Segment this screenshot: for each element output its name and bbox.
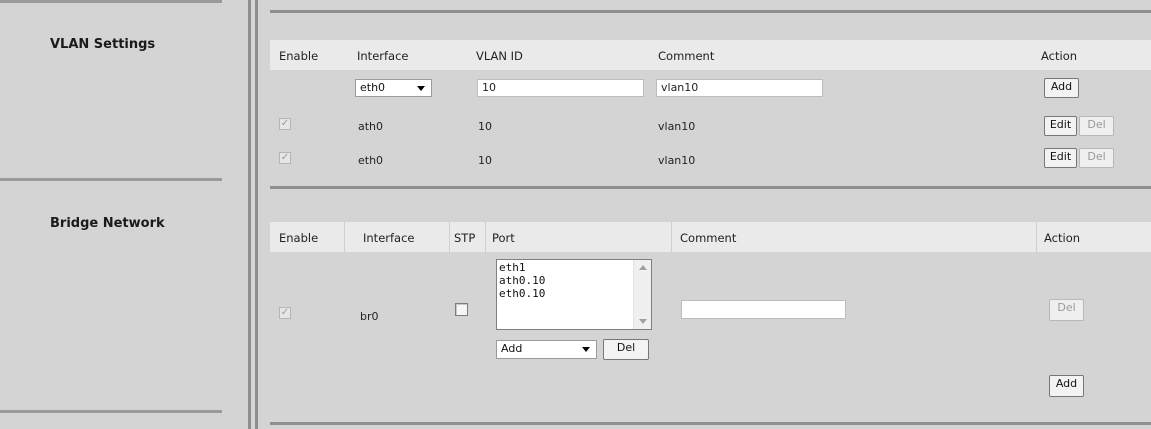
vlan-row1-vlan-id: 10	[478, 120, 492, 133]
bridge-header-divider	[1036, 222, 1037, 252]
vlan-row1-interface: ath0	[358, 120, 384, 133]
vlan-settings-title: VLAN Settings	[50, 37, 156, 52]
vlan-header-action: Action	[1041, 49, 1078, 63]
chevron-down-icon	[417, 86, 425, 91]
bridge-header-action: Action	[1044, 231, 1081, 245]
vlan-header-comment: Comment	[658, 49, 715, 63]
chevron-down-icon	[582, 347, 590, 352]
vlan-bottom-divider	[270, 186, 1151, 189]
bridge-bottom-divider	[270, 422, 1151, 425]
vlan-comment-input[interactable]: vlan10	[656, 79, 823, 97]
vlan-interface-select[interactable]: eth0	[355, 79, 432, 97]
bridge-header-stp: STP	[454, 231, 476, 245]
column-separator	[248, 0, 251, 429]
bridge-comment-input[interactable]	[681, 300, 846, 319]
bridge-header-divider	[671, 222, 672, 252]
vlan-row1-edit-button[interactable]: Edit	[1044, 116, 1077, 136]
vlan-header-enable: Enable	[279, 49, 319, 63]
vlan-row2-vlan-id: 10	[478, 154, 492, 167]
bridge-header-port: Port	[492, 231, 515, 245]
bridge-port-add-select[interactable]: Add	[496, 340, 597, 359]
bridge-add-button[interactable]: Add	[1049, 375, 1084, 397]
bridge-header-divider	[449, 222, 450, 252]
vlan-row2-enable-checkbox[interactable]: ✓	[279, 152, 291, 164]
vlan-row1-enable-checkbox[interactable]: ✓	[279, 118, 291, 130]
bridge-header-row: Enable Interface STP Port Comment Action	[270, 222, 1151, 252]
vlan-header-row: Enable Interface VLAN ID Comment Action	[270, 40, 1151, 70]
port-list-item[interactable]: eth1	[499, 261, 649, 274]
vlan-row2-interface: eth0	[358, 154, 384, 167]
vlan-row2-del-button[interactable]: Del	[1079, 148, 1114, 168]
bridge-port-listbox[interactable]: eth1 ath0.10 eth0.10	[496, 259, 652, 330]
bridge-port-add-select-value: Add	[501, 342, 523, 355]
bridge-row-del-button[interactable]: Del	[1049, 299, 1084, 321]
vlan-id-input[interactable]: 10	[477, 79, 644, 97]
vlan-header-interface: Interface	[357, 49, 409, 63]
left-middle-divider	[0, 178, 222, 181]
scroll-up-icon	[639, 265, 647, 270]
vlan-header-vlan-id: VLAN ID	[476, 49, 523, 63]
column-separator-inner	[255, 0, 258, 429]
port-listbox-scrollbar[interactable]	[633, 260, 651, 329]
bridge-row-interface: br0	[360, 310, 379, 323]
vlan-row2-edit-button[interactable]: Edit	[1044, 148, 1077, 168]
vlan-row2-comment: vlan10	[658, 154, 696, 167]
vlan-row1-del-button[interactable]: Del	[1079, 116, 1114, 136]
port-list-item[interactable]: ath0.10	[499, 274, 649, 287]
bridge-row-stp-checkbox[interactable]	[455, 303, 468, 316]
bridge-port-del-button[interactable]: Del	[603, 339, 649, 360]
scroll-down-icon	[639, 319, 647, 324]
bridge-header-comment: Comment	[680, 231, 737, 245]
bridge-header-interface: Interface	[363, 231, 415, 245]
vlan-interface-select-value: eth0	[360, 81, 386, 94]
port-list-item[interactable]: eth0.10	[499, 287, 649, 300]
vlan-top-divider	[270, 10, 1151, 13]
bridge-header-enable: Enable	[279, 231, 319, 245]
vlan-row1-comment: vlan10	[658, 120, 696, 133]
left-top-divider	[0, 0, 222, 3]
vlan-add-button[interactable]: Add	[1044, 78, 1079, 98]
left-column	[0, 0, 248, 429]
bridge-header-divider	[344, 222, 345, 252]
bridge-header-divider	[485, 222, 486, 252]
bridge-row-enable-checkbox[interactable]: ✓	[279, 307, 291, 319]
left-bottom-divider	[0, 410, 222, 413]
bridge-network-title: Bridge Network	[50, 216, 165, 231]
